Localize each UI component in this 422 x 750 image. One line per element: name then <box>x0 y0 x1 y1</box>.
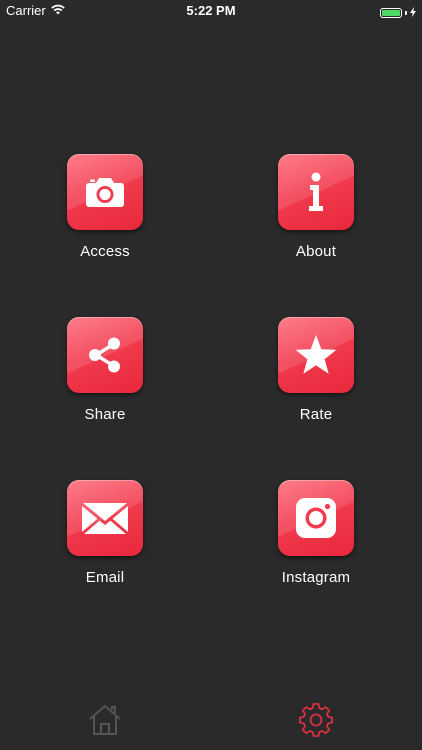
envelope-icon <box>82 503 128 534</box>
about-label: About <box>295 243 337 260</box>
rate-button[interactable] <box>278 317 354 393</box>
email-button[interactable] <box>67 480 143 556</box>
tab-home[interactable] <box>85 702 125 738</box>
gear-icon <box>299 703 333 737</box>
share-button[interactable] <box>67 317 143 393</box>
rate-label: Rate <box>299 406 333 423</box>
access-button[interactable] <box>67 154 143 230</box>
access-tile[interactable]: Access <box>45 154 165 274</box>
instagram-tile[interactable]: Instagram <box>256 480 376 600</box>
home-icon <box>89 705 121 735</box>
tab-settings[interactable] <box>296 702 336 738</box>
instagram-button[interactable] <box>278 480 354 556</box>
about-button[interactable] <box>278 154 354 230</box>
info-icon <box>309 172 323 211</box>
email-label: Email <box>85 569 125 586</box>
email-tile[interactable]: Email <box>45 480 165 600</box>
camera-icon <box>86 178 124 207</box>
instagram-label: Instagram <box>281 569 351 586</box>
share-label: Share <box>84 406 126 423</box>
share-icon <box>89 337 120 373</box>
about-tile[interactable]: About <box>256 154 376 274</box>
star-icon <box>295 335 337 374</box>
tab-bar <box>0 694 422 750</box>
share-tile[interactable]: Share <box>45 317 165 437</box>
menu-grid: Access About Share Rate Email Instagram <box>0 0 422 750</box>
rate-tile[interactable]: Rate <box>256 317 376 437</box>
instagram-icon <box>296 498 336 538</box>
access-label: Access <box>80 243 130 260</box>
